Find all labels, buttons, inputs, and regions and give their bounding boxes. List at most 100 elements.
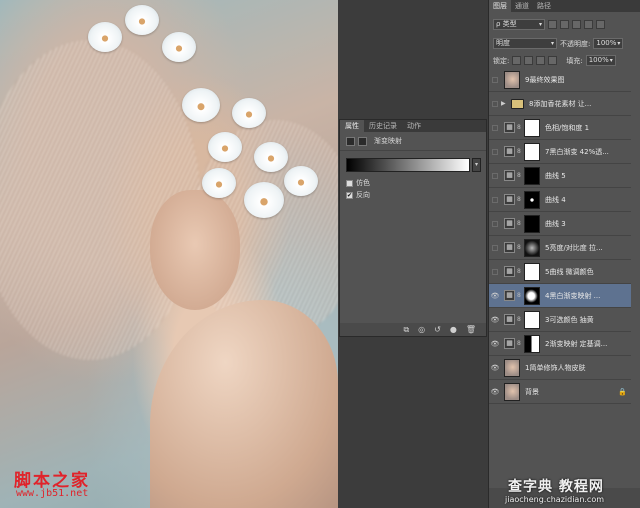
eye-icon[interactable]: 👁 [489,316,501,324]
lock-image-icon[interactable] [524,56,534,65]
layer-mask-thumbnail[interactable] [524,262,540,281]
layer-name[interactable]: 3可选颜色 抽黄 [545,315,631,325]
visibility-toggle[interactable] [492,196,498,203]
layer-row[interactable]: ▦ 8 曲线 5 [489,164,631,188]
layer-row[interactable]: ▦ 8 7黑白渐变 42%透... [489,140,631,164]
layer-name[interactable]: 5亮度/对比度 拉... [545,243,631,253]
visibility-toggle[interactable] [492,172,498,179]
layer-mask-thumbnail[interactable] [524,118,540,137]
layer-mask-thumbnail[interactable] [524,238,540,257]
visibility-toggle[interactable] [492,220,498,227]
visibility-toggle[interactable] [492,124,498,131]
filter-type-icon[interactable] [572,20,581,29]
layer-name[interactable]: 曲线 5 [545,171,631,181]
eye-icon[interactable]: 👁 [489,292,501,300]
reverse-option[interactable]: ✔ 反向 [346,190,370,200]
link-icon[interactable]: 8 [517,148,523,155]
lock-all-icon[interactable] [548,56,558,65]
layer-thumbnail[interactable] [504,382,520,401]
link-icon[interactable]: 8 [517,316,523,323]
filter-pixel-icon[interactable] [548,20,557,29]
blend-mode-select[interactable]: 明度 [493,38,557,49]
filter-shape-icon[interactable] [584,20,593,29]
layer-thumbnail[interactable] [504,70,520,89]
opacity-input[interactable]: 100% [593,38,624,49]
reset-icon[interactable]: ↺ [434,325,441,334]
layer-mask-thumbnail[interactable] [524,334,540,353]
layer-filter-select[interactable]: ρ 类型 [493,19,545,30]
layer-mask-thumbnail[interactable] [524,190,540,209]
clip-to-layer-icon[interactable]: ⧉ [403,325,409,335]
link-icon[interactable]: 8 [517,196,523,203]
layer-row[interactable]: ▦ 8 色相/饱和度 1 [489,116,631,140]
link-icon[interactable]: 8 [517,172,523,179]
document-canvas[interactable]: 脚本之家 www.jb51.net [0,0,338,508]
visibility-toggle[interactable] [492,244,498,251]
layer-mask-thumbnail[interactable] [524,286,540,305]
layer-name[interactable]: 曲线 3 [545,219,631,229]
layer-thumbnail[interactable] [504,358,520,377]
layer-mask-thumbnail[interactable] [524,166,540,185]
fill-input[interactable]: 100% [585,55,616,66]
layer-name[interactable]: 色相/饱和度 1 [545,123,631,133]
visibility-toggle[interactable] [492,100,498,107]
expand-arrow-icon[interactable]: ▶ [501,100,508,107]
layer-name[interactable]: 5曲线 微调颜色 [545,267,631,277]
visibility-toggle[interactable] [492,76,498,83]
layer-row[interactable]: ▦ 8 曲线 4 [489,188,631,212]
layer-mask-thumbnail[interactable] [524,142,540,161]
layer-name[interactable]: 4黑白渐变映射 ... [545,291,631,301]
tab-history[interactable]: 历史记录 [364,120,402,132]
mask-icon[interactable] [358,136,367,146]
link-icon[interactable]: 8 [517,220,523,227]
reverse-checkbox[interactable]: ✔ [346,191,353,199]
eye-icon[interactable]: 👁 [489,364,501,372]
layer-mask-thumbnail[interactable] [524,214,540,233]
layer-name[interactable]: 7黑白渐变 42%透... [545,147,631,157]
tab-properties[interactable]: 属性 [340,120,364,132]
layer-row[interactable]: 👁 1简单修饰人物皮肤 [489,356,631,380]
layer-name[interactable]: 曲线 4 [545,195,631,205]
visibility-toggle[interactable] [492,148,498,155]
layers-panel: 图层 通道 路径 ρ 类型 明度 不透明度: 100% 锁定: 填充: 100%… [488,0,640,508]
layer-row[interactable]: ▦ 8 5曲线 微调颜色 [489,260,631,284]
layer-row[interactable]: 9最终效果图 [489,68,631,92]
eye-icon[interactable]: 👁 [489,388,501,396]
layer-row[interactable]: 👁 ▦ 8 2渐变映射 定基调... [489,332,631,356]
layer-row[interactable]: ▶ 8添加香花素材 让... [489,92,631,116]
tab-actions[interactable]: 动作 [402,120,426,132]
layer-row[interactable]: 👁 背景 🔒 [489,380,631,404]
visibility-toggle[interactable] [492,268,498,275]
layer-name[interactable]: 1简单修饰人物皮肤 [525,363,631,373]
delete-icon[interactable]: 🗑 [466,325,476,334]
tab-layers[interactable]: 图层 [489,0,511,12]
layer-name[interactable]: 2渐变映射 定基调... [545,339,631,349]
link-icon[interactable]: 8 [517,340,523,347]
tab-paths[interactable]: 路径 [533,0,555,12]
link-icon[interactable]: 8 [517,268,523,275]
link-icon[interactable]: 8 [517,124,523,131]
gradient-picker[interactable] [346,158,470,172]
adjustment-layer-icon: ▦ [504,146,515,157]
layer-row[interactable]: ▦ 8 5亮度/对比度 拉... [489,236,631,260]
lock-position-icon[interactable] [536,56,546,65]
layer-row[interactable]: 👁 ▦ 8 4黑白渐变映射 ... [489,284,631,308]
layer-row[interactable]: 👁 ▦ 8 3可选颜色 抽黄 [489,308,631,332]
lock-transparent-icon[interactable] [512,56,522,65]
filter-smart-icon[interactable] [596,20,605,29]
layer-row[interactable]: ▦ 8 曲线 3 [489,212,631,236]
visibility-icon[interactable]: ● [450,325,457,334]
eye-icon[interactable]: 👁 [489,340,501,348]
tab-channels[interactable]: 通道 [511,0,533,12]
dither-option[interactable]: 仿色 [346,178,370,188]
link-icon[interactable]: 8 [517,244,523,251]
dither-checkbox[interactable] [346,179,353,187]
layer-name[interactable]: 9最终效果图 [525,75,631,85]
layer-mask-thumbnail[interactable] [524,310,540,329]
filter-adjust-icon[interactable] [560,20,569,29]
view-previous-icon[interactable]: ◎ [418,325,425,334]
layer-name[interactable]: 8添加香花素材 让... [529,99,631,109]
link-icon[interactable]: 8 [517,292,523,299]
gradient-dropdown-button[interactable]: ▾ [472,158,481,172]
layer-name[interactable]: 背景 [525,387,618,397]
